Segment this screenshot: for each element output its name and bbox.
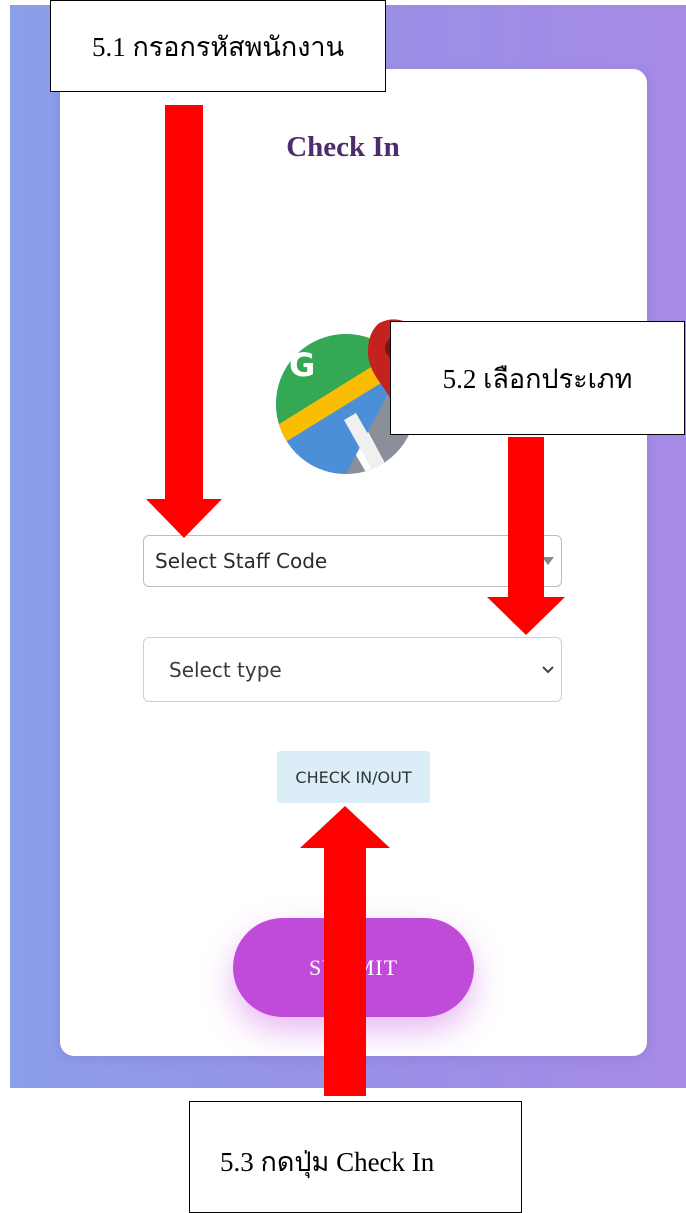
page-title: Check In <box>286 131 400 163</box>
type-select-value: Select type <box>169 657 282 682</box>
annotation-step-2: 5.2 เลือกประเภท <box>390 321 685 435</box>
staff-code-select-value: Select Staff Code <box>155 549 328 573</box>
annotation-step-1: 5.1 กรอกรหัสพนักงาน <box>50 0 386 92</box>
type-select[interactable]: Select type <box>143 637 562 702</box>
svg-text:G: G <box>289 346 315 384</box>
arrow-icon <box>487 437 565 635</box>
page: Check In G Select Staff Code Select type <box>0 0 686 1213</box>
arrow-icon <box>300 806 390 1096</box>
chevron-down-icon <box>542 665 554 673</box>
annotation-step-3: 5.3 กดปุ่ม Check In <box>189 1101 522 1213</box>
check-in-out-button[interactable]: CHECK IN/OUT <box>277 751 430 803</box>
arrow-icon <box>146 105 222 538</box>
